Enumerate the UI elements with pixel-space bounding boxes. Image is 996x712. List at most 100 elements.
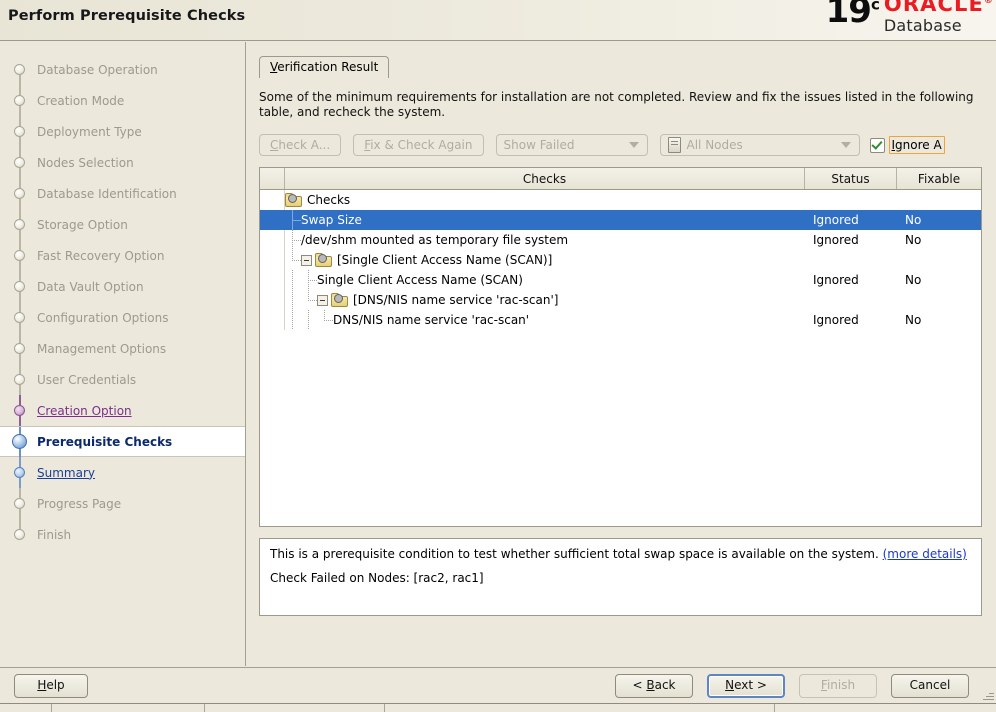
sidebar-item-deployment-type: Deployment Type: [0, 116, 245, 147]
check-name-cell: Checks: [285, 193, 805, 207]
column-header-checks[interactable]: Checks: [285, 168, 805, 189]
table-body: Checks Swap Size Ignored No/dev/shm mounted…: [260, 190, 981, 330]
check-description: This is a prerequisite condition to test…: [270, 547, 971, 562]
back-button[interactable]: < Back: [615, 674, 693, 698]
tab-verification-result[interactable]: Verification Result: [259, 56, 390, 78]
column-header-status[interactable]: Status: [805, 168, 897, 189]
sidebar-item-database-operation: Database Operation: [0, 54, 245, 85]
installer-window: Perform Prerequisite Checks 19c ORACLE® …: [0, 0, 996, 712]
resize-grip[interactable]: [982, 690, 994, 702]
row-gutter-cell: [260, 250, 285, 270]
check-description-text: This is a prerequisite condition to test…: [270, 547, 883, 561]
tree-connector: [301, 310, 317, 330]
step-bullet-icon: [14, 467, 25, 478]
sidebar-item-label: Progress Page: [37, 496, 122, 511]
table-row[interactable]: [Single Client Access Name (SCAN)]: [260, 250, 981, 270]
check-name-label: /dev/shm mounted as temporary file syste…: [301, 233, 569, 247]
check-name-cell: [DNS/NIS name service 'rac-scan']: [285, 290, 805, 310]
ignore-all-checkbox-group[interactable]: Ignore A: [869, 136, 945, 154]
sidebar-item-summary[interactable]: Summary: [0, 457, 245, 488]
step-bullet-icon: [14, 126, 25, 137]
sidebar-item-label: Storage Option: [37, 217, 128, 232]
row-gutter-cell: [260, 210, 285, 230]
tree-connector: [285, 290, 301, 310]
main-content: Verification Result Some of the minimum …: [247, 42, 996, 666]
sidebar-item-label: Data Vault Option: [37, 279, 144, 294]
check-details-panel: This is a prerequisite condition to test…: [259, 538, 982, 616]
status-cell: Ignored: [813, 273, 859, 287]
sidebar-item-label: Fast Recovery Option: [37, 248, 165, 263]
tree-collapse-toggle-icon[interactable]: [317, 294, 328, 306]
check-name-cell: Single Client Access Name (SCAN): [285, 270, 805, 290]
tree-connector: [317, 310, 333, 330]
table-row[interactable]: [DNS/NIS name service 'rac-scan']: [260, 290, 981, 310]
sidebar-item-label: User Credentials: [37, 372, 137, 387]
table-row[interactable]: Single Client Access Name (SCAN) Ignored N…: [260, 270, 981, 290]
fixable-cell: No: [905, 313, 922, 327]
checks-table[interactable]: Checks Status Fixable Checks Swap Size Ign…: [259, 167, 982, 527]
sidebar-item-label: Deployment Type: [37, 124, 142, 139]
check-again-button[interactable]: Check A...: [259, 134, 342, 156]
intro-text: Some of the minimum requirements for ins…: [259, 90, 974, 119]
folder-gear-icon: [285, 193, 302, 207]
sidebar-item-label: Finish: [37, 527, 72, 542]
sidebar-item-management-options: Management Options: [0, 333, 245, 364]
product-name: Database: [883, 16, 962, 35]
check-name-cell: DNS/NIS name service 'rac-scan': [285, 310, 805, 330]
step-bullet-icon: [14, 529, 25, 540]
sidebar-item-data-vault-option: Data Vault Option: [0, 271, 245, 302]
check-name-label: DNS/NIS name service 'rac-scan': [333, 313, 530, 327]
status-cell: Ignored: [813, 233, 859, 247]
sidebar-item-creation-option[interactable]: Creation Option: [0, 395, 245, 426]
sidebar-item-creation-mode: Creation Mode: [0, 85, 245, 116]
filter-select[interactable]: Show Failed: [495, 134, 648, 156]
wizard-steps-sidebar: Database Operation Creation Mode Deploymen…: [0, 42, 246, 666]
row-gutter-cell: [260, 190, 285, 210]
more-details-link[interactable]: (more details): [883, 547, 967, 561]
nodes-select[interactable]: All Nodes: [659, 134, 860, 156]
tree-connector: [301, 270, 317, 290]
fix-and-check-again-button[interactable]: Fix & Check Again: [353, 134, 484, 156]
column-header-fixable[interactable]: Fixable: [897, 168, 981, 189]
check-name-label: [Single Client Access Name (SCAN)]: [337, 253, 553, 267]
next-button[interactable]: Next >: [707, 674, 785, 698]
table-row[interactable]: Checks: [260, 190, 981, 210]
row-gutter-cell: [260, 290, 285, 310]
step-bullet-icon: [14, 312, 25, 323]
table-row[interactable]: Swap Size Ignored No: [260, 210, 981, 230]
step-bullet-icon: [14, 343, 25, 354]
folder-gear-icon: [331, 293, 348, 307]
help-button[interactable]: Help: [14, 674, 88, 698]
status-cell: Ignored: [813, 213, 859, 227]
tab-strip: Verification Result: [259, 56, 986, 78]
step-bullet-icon: [14, 498, 25, 509]
step-bullet-icon: [14, 188, 25, 199]
sidebar-item-label: Configuration Options: [37, 310, 169, 325]
sidebar-item-storage-option: Storage Option: [0, 209, 245, 240]
table-header-row: Checks Status Fixable: [260, 168, 981, 190]
sidebar-item-label: Database Identification: [37, 186, 177, 201]
window-footer: Help < Back Next > Finish Cancel: [0, 667, 996, 703]
step-bullet-icon: [14, 250, 25, 261]
column-header-gutter[interactable]: [260, 168, 285, 189]
step-bullet-icon: [14, 219, 25, 230]
cancel-button[interactable]: Cancel: [891, 674, 969, 698]
filter-select-value: Show Failed: [503, 138, 575, 152]
tree-collapse-toggle-icon[interactable]: [301, 254, 312, 266]
ignore-all-label[interactable]: Ignore A: [888, 136, 945, 154]
ignore-all-checkbox[interactable]: [869, 137, 885, 153]
sidebar-item-nodes-selection: Nodes Selection: [0, 147, 245, 178]
table-row[interactable]: /dev/shm mounted as temporary file syste…: [260, 230, 981, 250]
finish-button[interactable]: Finish: [799, 674, 877, 698]
sidebar-item-configuration-options: Configuration Options: [0, 302, 245, 333]
nodes-select-value: All Nodes: [686, 138, 743, 152]
row-gutter-cell: [260, 310, 285, 330]
table-row[interactable]: DNS/NIS name service 'rac-scan' Ignored No: [260, 310, 981, 330]
tree-connector: [285, 230, 301, 250]
page-title: Perform Prerequisite Checks: [8, 8, 246, 24]
step-bullet-icon: [14, 281, 25, 292]
check-name-cell: Swap Size: [285, 210, 805, 230]
row-gutter-cell: [260, 230, 285, 250]
desktop-taskbar[interactable]: [0, 703, 996, 712]
row-gutter-cell: [260, 270, 285, 290]
